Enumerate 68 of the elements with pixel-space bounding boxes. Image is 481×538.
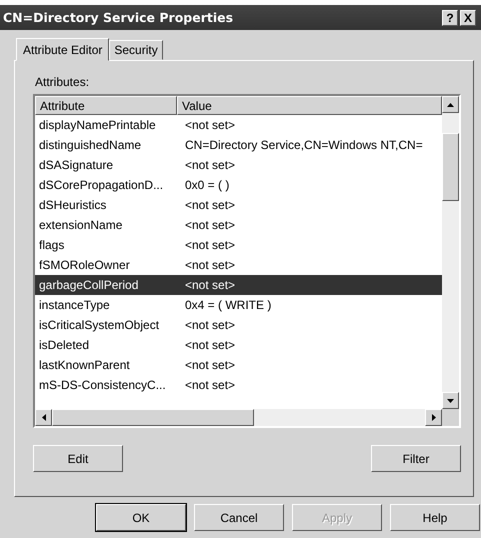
close-button[interactable]: X — [460, 10, 476, 26]
table-row[interactable]: lastKnownParent <not set> — [35, 355, 442, 375]
horizontal-scrollbar[interactable] — [35, 409, 459, 426]
table-cell-text: <not set> — [184, 158, 236, 172]
down-arrow-icon — [447, 398, 454, 402]
table-row[interactable]: isDeleted <not set> — [35, 335, 442, 355]
vertical-scrollbar[interactable] — [442, 96, 459, 409]
table-cell-text: garbageCollPeriod — [38, 278, 140, 292]
table-row[interactable]: dSHeuristics <not set> — [35, 195, 442, 215]
table-row[interactable]: extensionName <not set> — [35, 215, 442, 235]
table-cell-text: lastKnownParent — [38, 358, 131, 372]
help-button[interactable]: ? — [442, 10, 458, 26]
table-cell-text: <not set> — [184, 278, 236, 292]
table-row[interactable]: isCriticalSystemObject <not set> — [35, 315, 442, 335]
panel-button[interactable]: Edit — [33, 445, 123, 472]
table-cell-text: extensionName — [38, 218, 124, 232]
scrollbar-corner — [442, 409, 459, 426]
table-row[interactable]: dSASignature <not set> — [35, 155, 442, 175]
dialog-button[interactable]: OK — [96, 504, 186, 531]
table-cell-text: <not set> — [184, 318, 236, 332]
window-title: CN=Directory Service Properties — [3, 10, 234, 25]
column-header[interactable]: Attribute — [35, 96, 177, 115]
table-cell-text: mS-DS-ConsistencyC... — [38, 378, 167, 392]
table-row[interactable]: fSMORoleOwner <not set> — [35, 255, 442, 275]
table-cell-text: <not set> — [184, 378, 236, 392]
table-cell-text: distinguishedName — [38, 138, 142, 152]
table-row[interactable]: instanceType 0x4 = ( WRITE ) — [35, 295, 442, 315]
table-cell-text: CN=Directory Service,CN=Windows NT,CN= — [184, 138, 424, 152]
tab[interactable]: Attribute Editor — [16, 38, 110, 61]
table-row[interactable]: dSCorePropagationD... 0x0 = ( ) — [35, 175, 442, 195]
scroll-left-button[interactable] — [35, 409, 52, 426]
table-cell-text: flags — [38, 238, 66, 252]
attributes-label: Attributes: — [35, 75, 90, 91]
table-cell-text: instanceType — [38, 298, 111, 312]
dialog-button[interactable]: Cancel — [194, 504, 284, 531]
scroll-right-button[interactable] — [425, 409, 442, 426]
scroll-down-button[interactable] — [442, 392, 459, 409]
scroll-thumb[interactable] — [442, 133, 459, 201]
tab[interactable]: Security — [109, 40, 163, 60]
table-cell-text: dSHeuristics — [38, 198, 108, 212]
table-cell-text: 0x0 = ( ) — [184, 178, 230, 192]
table-cell-text: <not set> — [184, 118, 236, 132]
table-cell-text: fSMORoleOwner — [38, 258, 131, 272]
table-cell-text: <not set> — [184, 238, 236, 252]
table-cell-text: displayNamePrintable — [38, 118, 157, 132]
table-cell-text: isDeleted — [38, 338, 90, 352]
table-cell-text: <not set> — [184, 358, 236, 372]
right-arrow-icon — [432, 414, 436, 421]
table-cell-text: 0x4 = ( WRITE ) — [184, 298, 272, 312]
left-arrow-icon — [42, 414, 46, 421]
table-row[interactable]: flags <not set> — [35, 235, 442, 255]
column-header[interactable]: Value — [177, 96, 442, 115]
table-cell-text: <not set> — [184, 198, 236, 212]
table-cell-text: <not set> — [184, 338, 236, 352]
panel-button[interactable]: Filter — [371, 445, 461, 472]
scroll-thumb[interactable] — [52, 409, 254, 426]
dialog-button[interactable]: Help — [390, 504, 480, 531]
table-cell-text: <not set> — [184, 218, 236, 232]
table-cell-text: isCriticalSystemObject — [38, 318, 160, 332]
table-cell-text: dSCorePropagationD... — [38, 178, 164, 192]
table-cell-text: dSASignature — [38, 158, 114, 172]
table-row[interactable]: garbageCollPeriod <not set> — [35, 275, 442, 295]
table-row[interactable]: mS-DS-ConsistencyC... <not set> — [35, 375, 442, 395]
table-row[interactable]: displayNamePrintable <not set> — [35, 115, 442, 135]
table-row[interactable]: distinguishedName CN=Directory Service,CN=Windows NT,CN= — [35, 135, 442, 155]
up-arrow-icon — [447, 102, 454, 106]
table-cell-text: <not set> — [184, 258, 236, 272]
scroll-up-button[interactable] — [442, 96, 459, 113]
